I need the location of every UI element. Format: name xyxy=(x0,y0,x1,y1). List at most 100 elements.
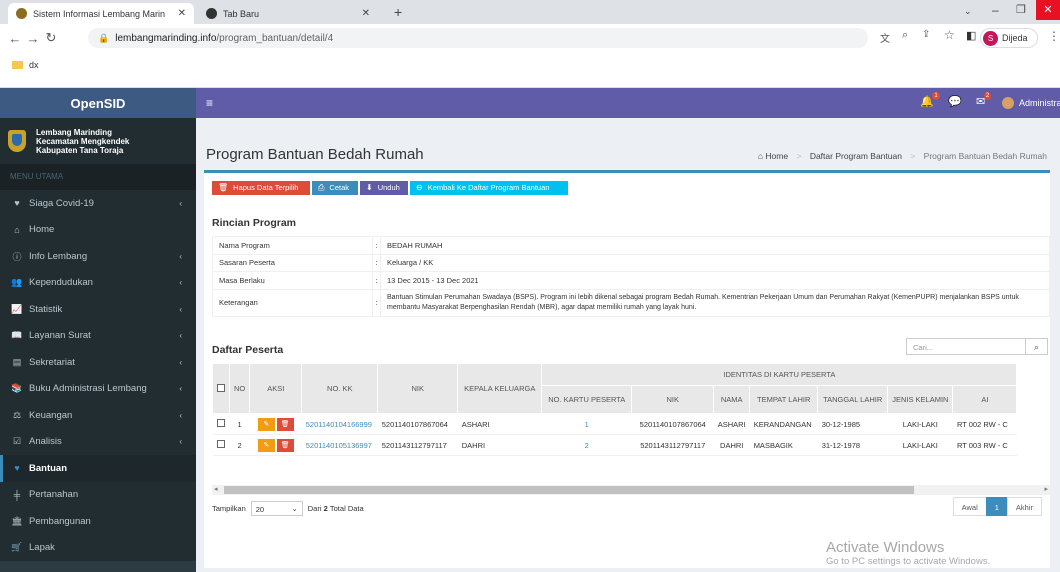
close-window-icon[interactable]: ✕ xyxy=(1036,0,1060,20)
col-no-kk[interactable]: NO. KK xyxy=(301,363,379,414)
page-size-select[interactable]: 20 ⌄ xyxy=(250,501,303,516)
sidebar-item-analisis[interactable]: ☑ Analisis ‹ xyxy=(0,428,196,455)
sidebar-item-sekretariat[interactable]: ▤ Sekretariat ‹ xyxy=(0,349,196,376)
sidebar-item-siaga-covid[interactable]: ♥ Siaga Covid-19 ‹ xyxy=(0,190,196,217)
zoom-icon[interactable]: ⌕ xyxy=(902,29,908,42)
browser-tab[interactable]: Tab Baru ✕ xyxy=(198,3,378,24)
windows-activation-watermark: Activate Windows Go to PC settings to ac… xyxy=(826,539,990,567)
sidebar-item-kependudukan[interactable]: 👥 Kependudukan ‹ xyxy=(0,269,196,296)
back-arrow-icon[interactable]: ← xyxy=(6,31,24,46)
cell-tempat: MASBAGIK xyxy=(749,434,818,456)
sidebar-item-buku-administrasi[interactable]: 📚 Buku Administrasi Lembang ‹ xyxy=(0,375,196,402)
user-menu[interactable]: Administrator xyxy=(1002,97,1060,109)
cell-no-kartu-link[interactable]: 2 xyxy=(541,434,632,456)
new-tab-plus-icon[interactable]: + xyxy=(394,4,402,20)
col-identitas-group: IDENTITAS DI KARTU PESERTA xyxy=(541,363,1018,386)
translate-icon[interactable]: 文 xyxy=(880,30,890,45)
scroll-right-icon[interactable]: ▸ xyxy=(1044,485,1048,493)
pager-last[interactable]: Akhir xyxy=(1006,497,1042,516)
rincian-value: Bantuan Stimulan Perumahan Swadaya (BSPS… xyxy=(380,288,1050,317)
rincian-key: Masa Berlaku xyxy=(212,271,373,290)
select-all-checkbox[interactable] xyxy=(217,383,225,392)
cart-icon: 🛒 xyxy=(11,542,23,553)
table-footer: Tampilkan 20 ⌄ Dari 2 Total Data xyxy=(212,501,364,516)
bookmark-item[interactable]: dx xyxy=(29,60,39,70)
delete-button[interactable]: 🗑 xyxy=(276,417,294,431)
edit-button[interactable]: ✎ xyxy=(257,438,275,452)
search-input[interactable]: Cari... xyxy=(906,338,1026,355)
delete-selected-button[interactable]: 🗑 Hapus Data Terpilih xyxy=(212,181,310,195)
select-all-header xyxy=(212,363,230,414)
url-bar[interactable]: 🔒 lembangmarinding.info/program_bantuan/… xyxy=(88,28,868,48)
col-jenis-kelamin[interactable]: JENIS KELAMIN xyxy=(887,385,954,414)
hamburger-menu-icon[interactable]: ≡ xyxy=(206,96,213,110)
tab-search-chevron-icon[interactable]: ⌄ xyxy=(964,6,972,17)
breadcrumb-daftar-program[interactable]: Daftar Program Bantuan xyxy=(810,151,902,161)
profile-button[interactable]: S Dijeda xyxy=(980,28,1038,48)
col-alamat[interactable]: AI xyxy=(952,385,1018,414)
sidebar-item-bantuan[interactable]: ♥ Bantuan xyxy=(0,455,196,482)
users-icon: 👥 xyxy=(11,277,23,288)
scroll-left-icon[interactable]: ◂ xyxy=(214,485,218,493)
search-button[interactable]: ⌕ xyxy=(1026,338,1048,355)
sidebar-item-statistik[interactable]: 📈 Statistik ‹ xyxy=(0,296,196,323)
breadcrumb-home[interactable]: Home xyxy=(765,151,788,161)
col-nik2[interactable]: NIK xyxy=(631,385,715,414)
back-to-list-button[interactable]: ⊖ Kembali Ke Daftar Program Bantuan xyxy=(410,181,568,195)
reload-icon[interactable]: ↻ xyxy=(42,30,60,46)
col-nik[interactable]: NIK xyxy=(377,363,459,414)
share-icon[interactable]: ⇪ xyxy=(922,29,930,40)
table-row: Sasaran Peserta: Keluarga / KK xyxy=(212,253,1050,272)
close-tab-icon[interactable]: ✕ xyxy=(178,8,186,19)
browser-tab-active[interactable]: Sistem Informasi Lembang Marin ✕ xyxy=(8,3,194,24)
edit-button[interactable]: ✎ xyxy=(257,417,275,431)
col-no-kartu[interactable]: NO. KARTU PESERTA xyxy=(541,385,633,414)
rincian-value: BEDAH RUMAH xyxy=(380,236,1050,255)
chevron-down-icon: ⌄ xyxy=(291,504,298,513)
sidepanel-icon[interactable]: ◧ xyxy=(966,29,976,42)
col-tempat-lahir[interactable]: TEMPAT LAHIR xyxy=(749,385,819,414)
minimize-icon[interactable]: – xyxy=(992,3,999,17)
app-logo[interactable]: OpenSID xyxy=(0,88,196,118)
chevron-left-icon: ‹ xyxy=(179,278,182,288)
archive-icon: ▤ xyxy=(12,356,22,367)
pager-first[interactable]: Awal xyxy=(952,497,987,516)
mail-icon[interactable]: ✉ 2 xyxy=(976,92,992,108)
cell-no-kartu-link[interactable]: 1 xyxy=(541,413,632,435)
sidebar-item-home[interactable]: ⌂ Home xyxy=(0,216,196,243)
pager-current[interactable]: 1 xyxy=(985,497,1008,516)
maximize-icon[interactable]: ❐ xyxy=(1016,3,1026,16)
village-district: Kecamatan Mengkendek xyxy=(36,136,130,146)
sidebar-item-info-lembang[interactable]: ⓘ Info Lembang ‹ xyxy=(0,243,196,270)
sidebar-item-lapak[interactable]: 🛒 Lapak xyxy=(0,534,196,561)
cell-no: 2 xyxy=(229,434,250,456)
sidebar-item-keuangan[interactable]: ⚖ Keuangan ‹ xyxy=(0,402,196,429)
table-row: 1 ✎ 🗑 5201140104166999 5201140107867064 A… xyxy=(212,413,1017,435)
cell-tanggal: 30-12-1985 xyxy=(817,413,888,435)
download-button[interactable]: ⬇ Unduh xyxy=(360,181,408,195)
bookmark-star-icon[interactable]: ☆ xyxy=(944,28,955,42)
col-tanggal-lahir[interactable]: TANGGAL LAHIR xyxy=(817,385,889,414)
close-tab-icon[interactable]: ✕ xyxy=(362,8,370,19)
cell-no-kk-link[interactable]: 5201140104166999 xyxy=(301,413,378,435)
col-nama[interactable]: NAMA xyxy=(713,385,751,414)
horizontal-scrollbar[interactable]: ◂ ▸ xyxy=(212,485,1050,495)
sidebar-item-layanan-surat[interactable]: 📖 Layanan Surat ‹ xyxy=(0,322,196,349)
row-checkbox[interactable] xyxy=(217,440,225,448)
delete-button[interactable]: 🗑 xyxy=(276,438,294,452)
notification-bell-icon[interactable]: 🔔 1 xyxy=(920,92,940,108)
arrow-circle-left-icon: ⊖ xyxy=(416,183,423,192)
sidebar-item-pertanahan[interactable]: ╪ Pertanahan xyxy=(0,481,196,508)
forward-arrow-icon[interactable]: → xyxy=(24,31,42,46)
print-button[interactable]: ⎙ Cetak xyxy=(312,181,358,195)
chat-icon[interactable]: 💬 xyxy=(948,95,962,108)
village-regency: Kabupaten Tana Toraja xyxy=(36,145,124,155)
scrollbar-thumb[interactable] xyxy=(224,486,914,494)
sidebar-item-label: Siaga Covid-19 xyxy=(29,197,94,209)
sidebar-item-pembangunan[interactable]: 🏛 Pembangunan xyxy=(0,508,196,535)
browser-menu-icon[interactable]: ⋮ xyxy=(1048,29,1060,43)
col-kepala-keluarga[interactable]: KEPALA KELUARGA xyxy=(457,363,543,414)
browser-tab-label: Sistem Informasi Lembang Marin xyxy=(33,8,166,19)
cell-no-kk-link[interactable]: 5201140105136997 xyxy=(301,434,378,456)
row-checkbox[interactable] xyxy=(217,419,225,427)
